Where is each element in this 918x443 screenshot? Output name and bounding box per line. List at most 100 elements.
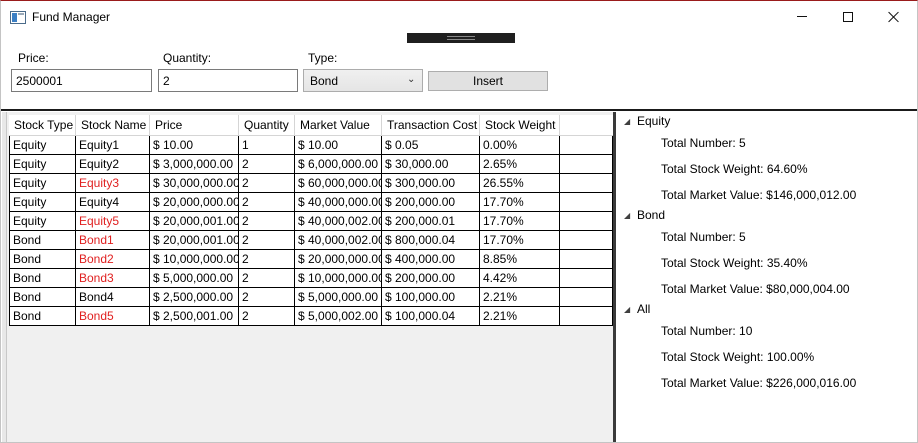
tree-item-total-market[interactable]: Total Market Value: $226,000,016.00 xyxy=(661,376,856,390)
cell-stock-name[interactable]: Bond2 xyxy=(76,250,150,269)
tree-item-total-number[interactable]: Total Number: 10 xyxy=(661,324,752,338)
table-row[interactable]: Bond Bond1 $ 20,000,001.00 2 $ 40,000,002.00… xyxy=(9,231,560,250)
cell-price[interactable]: $ 10.00 xyxy=(150,136,239,155)
tree-group-equity[interactable]: Equity xyxy=(637,114,670,128)
cell-stock-weight[interactable]: 2.21% xyxy=(480,288,560,307)
cell-market-value[interactable]: $ 5,000,002.00 xyxy=(295,307,382,326)
cell-transaction-cost[interactable]: $ 100,000.00 xyxy=(382,288,480,307)
cell-transaction-cost[interactable]: $ 200,000.00 xyxy=(382,269,480,288)
cell-price[interactable]: $ 5,000,000.00 xyxy=(150,269,239,288)
close-button[interactable] xyxy=(871,1,917,32)
column-header-stock-name[interactable]: Stock Name xyxy=(76,115,150,136)
minimize-button[interactable] xyxy=(779,1,825,32)
tree-item-total-weight[interactable]: Total Stock Weight: 35.40% xyxy=(661,256,808,270)
cell-price[interactable]: $ 20,000,001.00 xyxy=(150,212,239,231)
grid-splitter[interactable] xyxy=(613,112,616,442)
cell-market-value[interactable]: $ 60,000,000.00 xyxy=(295,174,382,193)
cell-quantity[interactable]: 2 xyxy=(239,288,295,307)
cell-transaction-cost[interactable]: $ 200,000.01 xyxy=(382,212,480,231)
expand-arrow-icon[interactable]: ◢ xyxy=(624,117,630,126)
price-input[interactable] xyxy=(11,69,152,92)
tree-item-total-weight[interactable]: Total Stock Weight: 64.60% xyxy=(661,162,808,176)
cell-stock-name[interactable]: Bond3 xyxy=(76,269,150,288)
cell-stock-weight[interactable]: 8.85% xyxy=(480,250,560,269)
cell-market-value[interactable]: $ 20,000,000.00 xyxy=(295,250,382,269)
cell-stock-weight[interactable]: 0.00% xyxy=(480,136,560,155)
cell-price[interactable]: $ 3,000,000.00 xyxy=(150,155,239,174)
cell-stock-name[interactable]: Equity5 xyxy=(76,212,150,231)
cell-quantity[interactable]: 2 xyxy=(239,155,295,174)
expand-arrow-icon[interactable]: ◢ xyxy=(624,211,630,220)
table-row[interactable]: Equity Equity2 $ 3,000,000.00 2 $ 6,000,000.… xyxy=(9,155,560,174)
expand-arrow-icon[interactable]: ◢ xyxy=(624,305,630,314)
maximize-button[interactable] xyxy=(825,1,871,32)
tree-item-total-market[interactable]: Total Market Value: $146,000,012.00 xyxy=(661,188,856,202)
cell-stock-type[interactable]: Equity xyxy=(9,136,76,155)
cell-price[interactable]: $ 2,500,000.00 xyxy=(150,288,239,307)
cell-stock-type[interactable]: Equity xyxy=(9,193,76,212)
tree-item-total-number[interactable]: Total Number: 5 xyxy=(661,136,746,150)
cell-quantity[interactable]: 2 xyxy=(239,231,295,250)
cell-price[interactable]: $ 20,000,000.00 xyxy=(150,193,239,212)
cell-stock-type[interactable]: Equity xyxy=(9,212,76,231)
cell-transaction-cost[interactable]: $ 30,000.00 xyxy=(382,155,480,174)
cell-quantity[interactable]: 2 xyxy=(239,174,295,193)
cell-stock-weight[interactable]: 17.70% xyxy=(480,231,560,250)
cell-market-value[interactable]: $ 5,000,000.00 xyxy=(295,288,382,307)
cell-transaction-cost[interactable]: $ 800,000.04 xyxy=(382,231,480,250)
column-header-quantity[interactable]: Quantity xyxy=(239,115,295,136)
cell-quantity[interactable]: 2 xyxy=(239,269,295,288)
cell-stock-type[interactable]: Bond xyxy=(9,250,76,269)
cell-stock-weight[interactable]: 26.55% xyxy=(480,174,560,193)
column-header-stock-type[interactable]: Stock Type xyxy=(9,115,76,136)
cell-stock-type[interactable]: Bond xyxy=(9,231,76,250)
summary-tree[interactable]: ◢ Equity Total Number: 5 Total Stock Weight… xyxy=(617,112,917,442)
column-header-market-value[interactable]: Market Value xyxy=(295,115,382,136)
table-row[interactable]: Equity Equity5 $ 20,000,001.00 2 $ 40,000,00… xyxy=(9,212,560,231)
cell-quantity[interactable]: 2 xyxy=(239,307,295,326)
cell-stock-name[interactable]: Equity1 xyxy=(76,136,150,155)
cell-price[interactable]: $ 30,000,000.00 xyxy=(150,174,239,193)
cell-price[interactable]: $ 2,500,001.00 xyxy=(150,307,239,326)
cell-stock-name[interactable]: Equity2 xyxy=(76,155,150,174)
cell-transaction-cost[interactable]: $ 0.05 xyxy=(382,136,480,155)
cell-stock-type[interactable]: Bond xyxy=(9,288,76,307)
title-bar[interactable]: Fund Manager xyxy=(1,1,917,32)
cell-transaction-cost[interactable]: $ 200,000.00 xyxy=(382,193,480,212)
drag-handle[interactable] xyxy=(407,33,515,43)
cell-transaction-cost[interactable]: $ 300,000.00 xyxy=(382,174,480,193)
type-dropdown[interactable]: Bond ⌄ xyxy=(303,69,423,92)
column-header-stock-weight[interactable]: Stock Weight xyxy=(480,115,560,136)
quantity-input[interactable] xyxy=(158,69,298,92)
column-header-price[interactable]: Price xyxy=(150,115,239,136)
cell-market-value[interactable]: $ 40,000,000.00 xyxy=(295,193,382,212)
cell-stock-type[interactable]: Bond xyxy=(9,307,76,326)
table-row[interactable]: Equity Equity4 $ 20,000,000.00 2 $ 40,000,00… xyxy=(9,193,560,212)
cell-stock-weight[interactable]: 17.70% xyxy=(480,193,560,212)
tree-item-total-weight[interactable]: Total Stock Weight: 100.00% xyxy=(661,350,814,364)
table-row[interactable]: Bond Bond2 $ 10,000,000.00 2 $ 20,000,000.00… xyxy=(9,250,560,269)
cell-stock-weight[interactable]: 2.65% xyxy=(480,155,560,174)
cell-price[interactable]: $ 20,000,001.00 xyxy=(150,231,239,250)
table-row[interactable]: Equity Equity1 $ 10.00 1 $ 10.00 $ 0.05 0.00% xyxy=(9,136,560,155)
cell-stock-type[interactable]: Equity xyxy=(9,174,76,193)
cell-transaction-cost[interactable]: $ 400,000.00 xyxy=(382,250,480,269)
cell-quantity[interactable]: 2 xyxy=(239,193,295,212)
cell-quantity[interactable]: 2 xyxy=(239,212,295,231)
cell-quantity[interactable]: 1 xyxy=(239,136,295,155)
tree-group-bond[interactable]: Bond xyxy=(637,208,665,222)
column-header-transaction-cost[interactable]: Transaction Cost xyxy=(382,115,480,136)
table-row[interactable]: Bond Bond5 $ 2,500,001.00 2 $ 5,000,002.00 $ … xyxy=(9,307,560,326)
cell-stock-weight[interactable]: 2.21% xyxy=(480,307,560,326)
insert-button[interactable]: Insert xyxy=(428,71,548,91)
cell-stock-name[interactable]: Equity3 xyxy=(76,174,150,193)
table-row[interactable]: Equity Equity3 $ 30,000,000.00 2 $ 60,000,00… xyxy=(9,174,560,193)
cell-market-value[interactable]: $ 40,000,002.00 xyxy=(295,212,382,231)
cell-stock-weight[interactable]: 17.70% xyxy=(480,212,560,231)
cell-transaction-cost[interactable]: $ 100,000.04 xyxy=(382,307,480,326)
table-row[interactable]: Bond Bond3 $ 5,000,000.00 2 $ 10,000,000.00 $… xyxy=(9,269,560,288)
cell-price[interactable]: $ 10,000,000.00 xyxy=(150,250,239,269)
table-row[interactable]: Bond Bond4 $ 2,500,000.00 2 $ 5,000,000.00 $ … xyxy=(9,288,560,307)
cell-market-value[interactable]: $ 6,000,000.00 xyxy=(295,155,382,174)
cell-market-value[interactable]: $ 40,000,002.00 xyxy=(295,231,382,250)
